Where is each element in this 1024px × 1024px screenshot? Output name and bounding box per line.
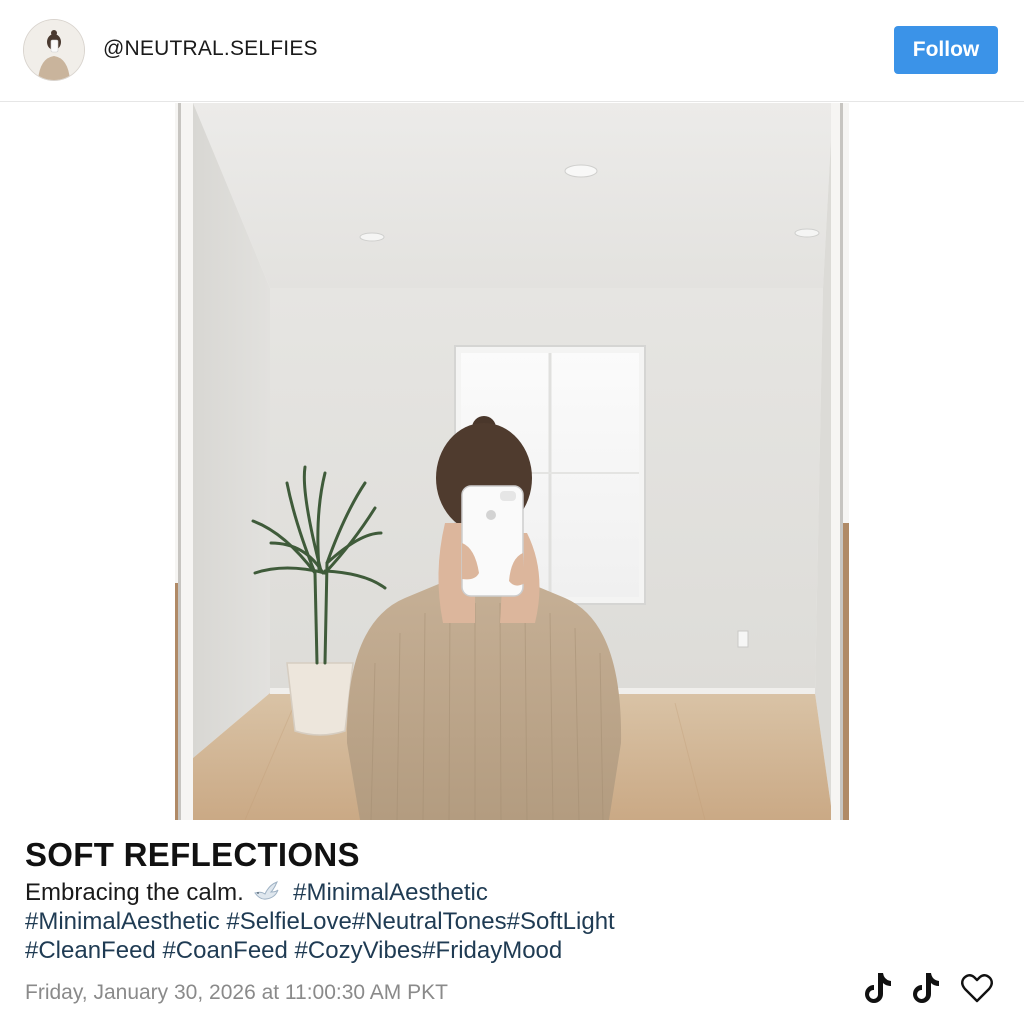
post-photo[interactable] bbox=[175, 103, 849, 820]
caption-line-3: #CleanFeed #CoanFeed #CozyVibes#FridayMo… bbox=[25, 936, 785, 965]
hashtag[interactable]: #CozyVibes bbox=[295, 937, 423, 964]
tiktok-icon[interactable] bbox=[858, 968, 896, 1008]
avatar[interactable] bbox=[24, 20, 84, 80]
follow-button[interactable]: Follow bbox=[894, 26, 998, 74]
hashtag[interactable]: #SoftLight bbox=[507, 908, 615, 935]
caption-line-1: Embracing the calm. #MinimalAesthetic bbox=[25, 878, 785, 907]
hashtag[interactable]: #MinimalAesthetic bbox=[25, 908, 220, 935]
hashtag[interactable]: #CleanFeed bbox=[25, 937, 156, 964]
hashtag[interactable]: #MinimalAesthetic bbox=[293, 879, 488, 906]
caption-text: Embracing the calm. bbox=[25, 879, 244, 906]
post-header: @NEUTRAL.SELFIES Follow bbox=[0, 0, 1024, 102]
username[interactable]: @NEUTRAL.SELFIES bbox=[103, 37, 318, 61]
post-page: @NEUTRAL.SELFIES Follow SOFT REFLECTIONS… bbox=[0, 0, 1024, 1024]
mirror-selfie-image bbox=[175, 103, 849, 820]
hashtag[interactable]: #FridayMood bbox=[422, 937, 562, 964]
caption-line-2: #MinimalAesthetic #SelfieLove#NeutralTon… bbox=[25, 907, 785, 936]
dove-icon bbox=[252, 879, 280, 903]
hashtag[interactable]: #SelfieLove bbox=[226, 908, 351, 935]
tiktok-icon[interactable] bbox=[906, 968, 944, 1008]
post-title: SOFT REFLECTIONS bbox=[25, 836, 360, 873]
hashtag[interactable]: #NeutralTones bbox=[352, 908, 507, 935]
avatar-icon bbox=[24, 20, 84, 80]
heart-icon[interactable] bbox=[958, 968, 996, 1008]
hashtag[interactable]: #CoanFeed bbox=[162, 937, 287, 964]
post-timestamp: Friday, January 30, 2026 at 11:00:30 AM … bbox=[25, 981, 448, 1004]
post-caption: Embracing the calm. #MinimalAesthetic #M… bbox=[25, 878, 785, 965]
